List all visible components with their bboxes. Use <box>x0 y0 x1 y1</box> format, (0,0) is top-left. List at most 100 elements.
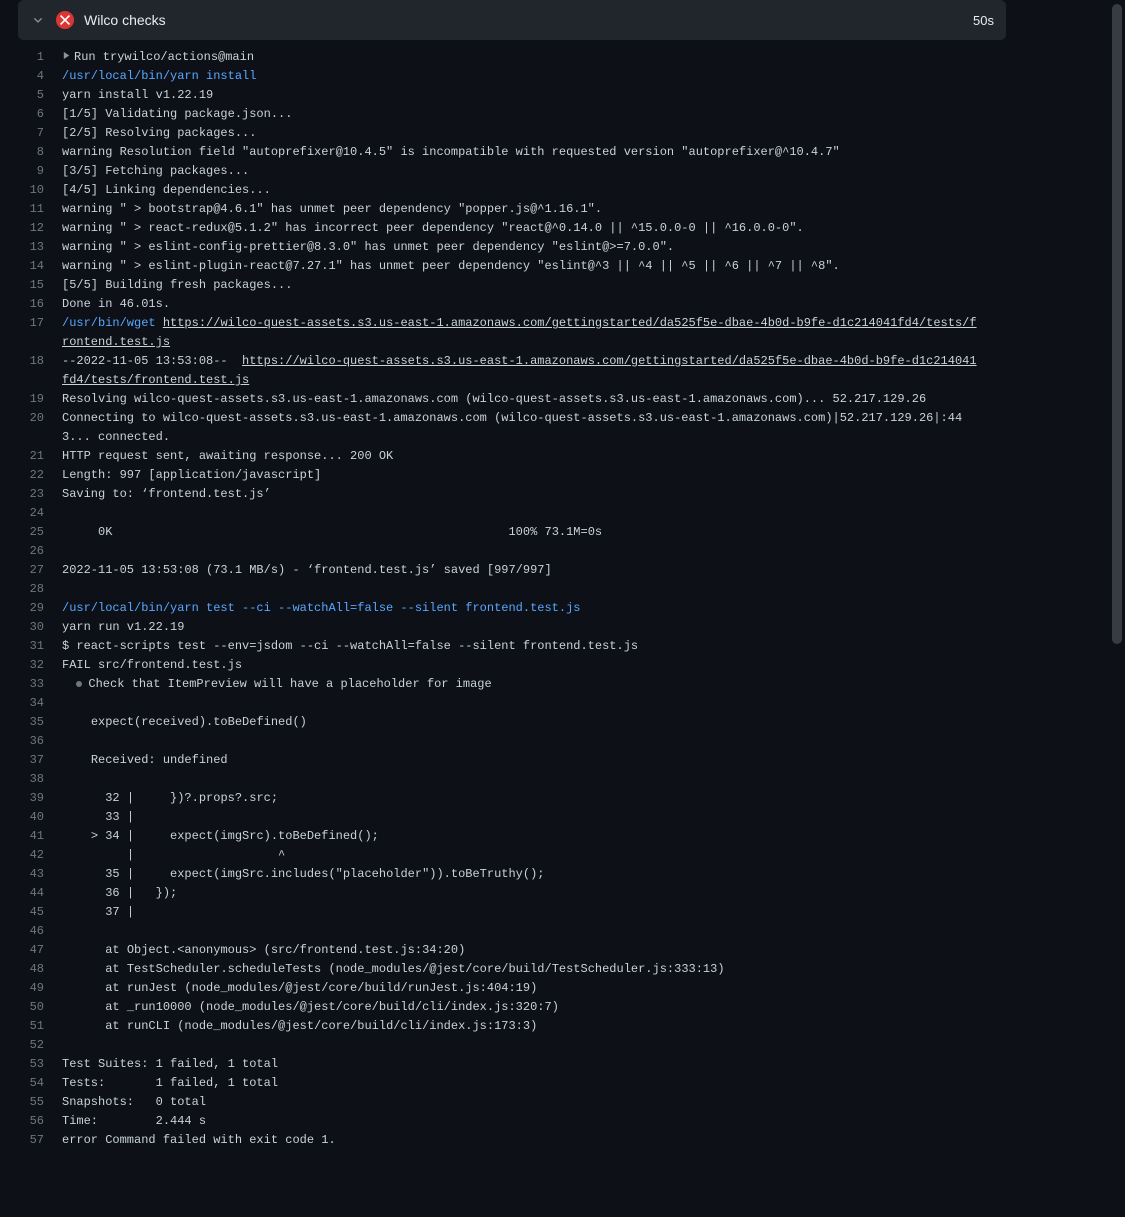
log-line: 41 > 34 | expect(imgSrc).toBeDefined(); <box>18 827 1024 846</box>
log-line: 31$ react-scripts test --env=jsdom --ci … <box>18 637 1024 656</box>
line-content: /usr/bin/wget https://wilco-quest-assets… <box>62 314 982 352</box>
log-line: 16Done in 46.01s. <box>18 295 1024 314</box>
line-number[interactable]: 21 <box>18 447 62 466</box>
line-number[interactable]: 31 <box>18 637 62 656</box>
line-content: expect(received).toBeDefined() <box>62 713 307 732</box>
line-content: $ react-scripts test --env=jsdom --ci --… <box>62 637 638 656</box>
status-failed-icon <box>56 11 74 29</box>
line-content: 33 | <box>62 808 134 827</box>
line-content: /usr/local/bin/yarn install <box>62 67 256 86</box>
log-line: 56Time: 2.444 s <box>18 1112 1024 1131</box>
step-header[interactable]: Wilco checks 50s <box>18 0 1006 40</box>
expand-triangle-icon[interactable] <box>62 48 72 67</box>
log-line: 23Saving to: ‘frontend.test.js’ <box>18 485 1024 504</box>
line-number[interactable]: 8 <box>18 143 62 162</box>
line-number[interactable]: 1 <box>18 48 62 67</box>
line-number[interactable]: 5 <box>18 86 62 105</box>
log-line: 13warning " > eslint-config-prettier@8.3… <box>18 238 1024 257</box>
scrollbar-thumb[interactable] <box>1112 4 1122 644</box>
log-line: 47 at Object.<anonymous> (src/frontend.t… <box>18 941 1024 960</box>
log-line: 53Test Suites: 1 failed, 1 total <box>18 1055 1024 1074</box>
line-content: 36 | }); <box>62 884 177 903</box>
line-number[interactable]: 32 <box>18 656 62 675</box>
line-number[interactable]: 45 <box>18 903 62 922</box>
line-number[interactable]: 35 <box>18 713 62 732</box>
line-number[interactable]: 54 <box>18 1074 62 1093</box>
line-content: Connecting to wilco-quest-assets.s3.us-e… <box>62 409 982 447</box>
line-content: warning " > bootstrap@4.6.1" has unmet p… <box>62 200 602 219</box>
chevron-down-icon <box>30 12 46 28</box>
line-number[interactable]: 48 <box>18 960 62 979</box>
line-content: HTTP request sent, awaiting response... … <box>62 447 393 466</box>
line-number[interactable]: 34 <box>18 694 62 713</box>
line-number[interactable]: 41 <box>18 827 62 846</box>
scrollbar-track[interactable] <box>1109 0 1125 1217</box>
download-url[interactable]: https://wilco-quest-assets.s3.us-east-1.… <box>62 316 977 349</box>
line-number[interactable]: 12 <box>18 219 62 238</box>
log-line: 49 at runJest (node_modules/@jest/core/b… <box>18 979 1024 998</box>
line-number[interactable]: 33 <box>18 675 62 694</box>
line-number[interactable]: 29 <box>18 599 62 618</box>
line-number[interactable]: 7 <box>18 124 62 143</box>
line-content: [2/5] Resolving packages... <box>62 124 256 143</box>
line-number[interactable]: 42 <box>18 846 62 865</box>
line-number[interactable]: 51 <box>18 1017 62 1036</box>
line-number[interactable]: 9 <box>18 162 62 181</box>
line-number[interactable]: 47 <box>18 941 62 960</box>
log-line: 21HTTP request sent, awaiting response..… <box>18 447 1024 466</box>
log-line: 24 <box>18 504 1024 523</box>
line-number[interactable]: 46 <box>18 922 62 941</box>
line-number[interactable]: 11 <box>18 200 62 219</box>
line-content: yarn install v1.22.19 <box>62 86 213 105</box>
line-content: warning " > eslint-plugin-react@7.27.1" … <box>62 257 840 276</box>
line-number[interactable]: 15 <box>18 276 62 295</box>
line-number[interactable]: 53 <box>18 1055 62 1074</box>
line-number[interactable]: 27 <box>18 561 62 580</box>
download-url[interactable]: https://wilco-quest-assets.s3.us-east-1.… <box>62 354 977 387</box>
line-content: --2022-11-05 13:53:08-- https://wilco-qu… <box>62 352 982 390</box>
line-number[interactable]: 44 <box>18 884 62 903</box>
line-number[interactable]: 23 <box>18 485 62 504</box>
line-number[interactable]: 43 <box>18 865 62 884</box>
log-line: 50 at _run10000 (node_modules/@jest/core… <box>18 998 1024 1017</box>
line-number[interactable]: 25 <box>18 523 62 542</box>
log-line: 26 <box>18 542 1024 561</box>
line-number[interactable]: 18 <box>18 352 62 371</box>
line-number[interactable]: 40 <box>18 808 62 827</box>
line-number[interactable]: 20 <box>18 409 62 428</box>
log-line: 9[3/5] Fetching packages... <box>18 162 1024 181</box>
line-number[interactable]: 26 <box>18 542 62 561</box>
log-line: 48 at TestScheduler.scheduleTests (node_… <box>18 960 1024 979</box>
line-content: Check that ItemPreview will have a place… <box>62 675 492 694</box>
log-panel: Wilco checks 50s 1Run trywilco/actions@m… <box>0 0 1024 1150</box>
line-number[interactable]: 6 <box>18 105 62 124</box>
line-number[interactable]: 13 <box>18 238 62 257</box>
line-number[interactable]: 10 <box>18 181 62 200</box>
line-number[interactable]: 4 <box>18 67 62 86</box>
line-number[interactable]: 52 <box>18 1036 62 1055</box>
log-line: 54Tests: 1 failed, 1 total <box>18 1074 1024 1093</box>
log-line: 57error Command failed with exit code 1. <box>18 1131 1024 1150</box>
line-number[interactable]: 38 <box>18 770 62 789</box>
line-number[interactable]: 49 <box>18 979 62 998</box>
log-line: 272022-11-05 13:53:08 (73.1 MB/s) - ‘fro… <box>18 561 1024 580</box>
line-number[interactable]: 30 <box>18 618 62 637</box>
line-number[interactable]: 57 <box>18 1131 62 1150</box>
log-output[interactable]: 1Run trywilco/actions@main4/usr/local/bi… <box>0 44 1024 1150</box>
log-line: 11warning " > bootstrap@4.6.1" has unmet… <box>18 200 1024 219</box>
line-number[interactable]: 39 <box>18 789 62 808</box>
line-number[interactable]: 55 <box>18 1093 62 1112</box>
line-number[interactable]: 19 <box>18 390 62 409</box>
line-number[interactable]: 24 <box>18 504 62 523</box>
log-line: 10[4/5] Linking dependencies... <box>18 181 1024 200</box>
line-number[interactable]: 28 <box>18 580 62 599</box>
line-content: warning Resolution field "autoprefixer@1… <box>62 143 840 162</box>
line-number[interactable]: 50 <box>18 998 62 1017</box>
line-number[interactable]: 36 <box>18 732 62 751</box>
line-number[interactable]: 37 <box>18 751 62 770</box>
line-number[interactable]: 56 <box>18 1112 62 1131</box>
line-number[interactable]: 17 <box>18 314 62 333</box>
line-number[interactable]: 14 <box>18 257 62 276</box>
line-number[interactable]: 16 <box>18 295 62 314</box>
line-number[interactable]: 22 <box>18 466 62 485</box>
